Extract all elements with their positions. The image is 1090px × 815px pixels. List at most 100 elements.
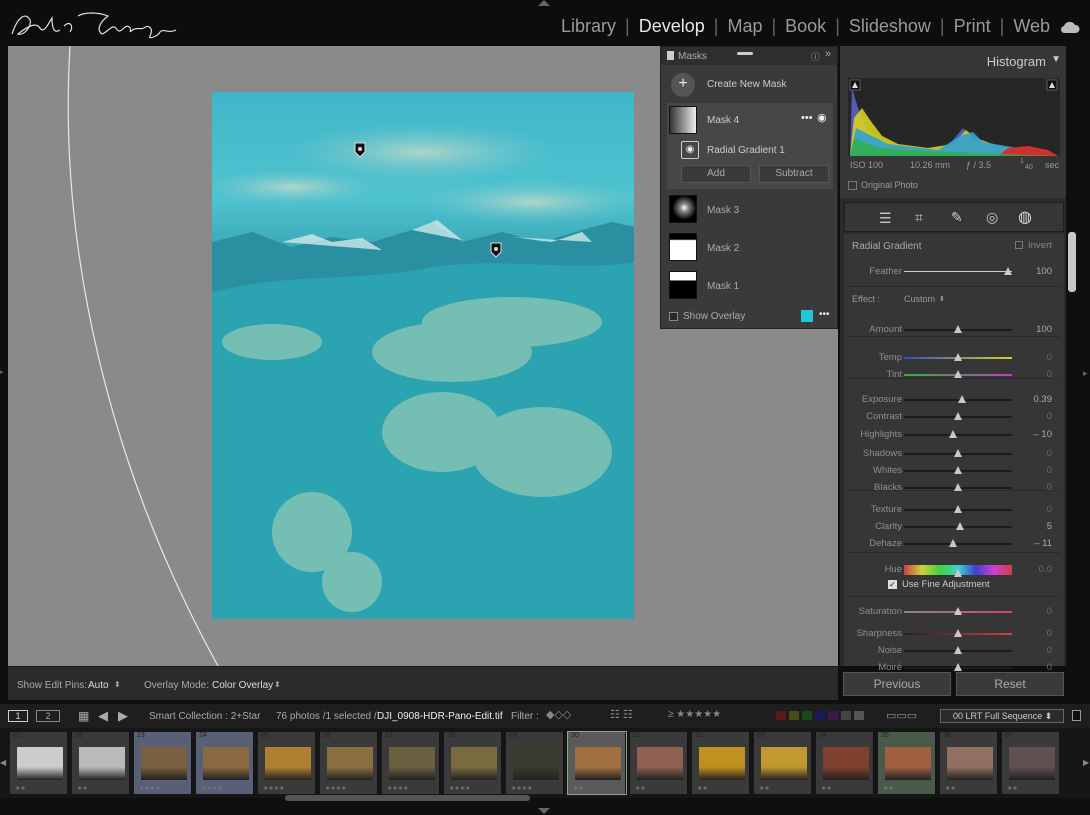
effect-select[interactable]: Custom	[904, 294, 935, 304]
mask-thumbnail[interactable]	[669, 195, 697, 223]
edit-pin-icon[interactable]	[354, 142, 366, 158]
add-to-mask-button[interactable]: Add	[681, 165, 751, 183]
cloud-icon[interactable]	[1060, 20, 1080, 34]
slider-knob[interactable]	[958, 395, 967, 403]
red-eye-icon[interactable]: ◎	[986, 209, 998, 226]
filter-toggle-icons[interactable]: ▭▭▭	[886, 709, 917, 722]
collapse-triangle-icon[interactable]: ▼	[1051, 54, 1061, 65]
reset-button[interactable]: Reset	[956, 672, 1064, 696]
thumbnail-image[interactable]	[141, 747, 187, 780]
slider-value[interactable]: 0	[1047, 448, 1052, 459]
highlights-slider[interactable]: Highlights – 10	[844, 427, 1064, 443]
thumbnail-image[interactable]	[575, 747, 621, 780]
flag-filter-icons[interactable]: ◆◇◇	[546, 708, 571, 721]
right-panel-toggle-icon[interactable]: ▸	[1083, 368, 1088, 379]
amount-slider[interactable]: Amount 100	[844, 322, 1064, 338]
color-label-filter[interactable]	[776, 711, 864, 720]
left-panel-toggle-icon[interactable]: ▸	[0, 368, 4, 376]
collapse-bottom-panel-icon[interactable]	[538, 808, 550, 814]
hue-slider[interactable]: Hue 0.0	[844, 562, 1064, 578]
primary-display-button[interactable]: 1	[8, 710, 28, 722]
filmstrip-scrollbar[interactable]	[285, 795, 530, 801]
filter-lock-icon[interactable]	[1072, 710, 1081, 721]
thumbnail-image[interactable]	[203, 747, 249, 780]
forward-arrow-icon[interactable]: ▶	[118, 708, 128, 724]
filmstrip-thumbnail[interactable]: 28 ★★★★	[444, 732, 502, 794]
previous-button[interactable]: Previous	[843, 672, 951, 696]
overlay-color-swatch[interactable]	[801, 310, 813, 322]
pick-filter-icons[interactable]: ☷ ☷	[610, 708, 633, 721]
slider-value[interactable]: 5	[1047, 521, 1052, 532]
slider-track[interactable]	[904, 543, 1012, 545]
filmstrip-thumbnail[interactable]: 25 ★★★★	[258, 732, 316, 794]
thumbnail-image[interactable]	[451, 747, 497, 780]
mask-thumbnail[interactable]	[669, 271, 697, 299]
dehaze-slider[interactable]: Dehaze – 11	[844, 536, 1064, 552]
module-library[interactable]: Library	[561, 16, 616, 37]
slider-value[interactable]: 0	[1047, 465, 1052, 476]
slider-value[interactable]: 0	[1047, 504, 1052, 515]
edit-pins-select[interactable]: Auto	[88, 680, 109, 691]
mask-item-4[interactable]: Mask 4 ••• ◉ ◉ Radial Gradient 1 Add Sub…	[667, 103, 833, 189]
texture-slider[interactable]: Texture 0	[844, 502, 1064, 518]
mask-thumbnail[interactable]	[669, 233, 697, 261]
collection-name[interactable]: Smart Collection : 2+Star	[149, 711, 260, 722]
masking-icon[interactable]: ◍	[1018, 207, 1032, 227]
grid-icon[interactable]: ▦	[78, 709, 89, 723]
clarity-slider[interactable]: Clarity 5	[844, 519, 1064, 535]
filmstrip-right-arrow-icon[interactable]: ▶	[1083, 758, 1089, 767]
thumbnail-image[interactable]	[1009, 747, 1055, 780]
selected-filename[interactable]: DJI_0908-HDR-Pano-Edit.tif	[377, 711, 503, 722]
thumbnail-image[interactable]	[17, 747, 63, 780]
original-photo-checkbox[interactable]	[848, 181, 857, 190]
thumbnail-image[interactable]	[699, 747, 745, 780]
secondary-display-button[interactable]: 2	[36, 710, 60, 722]
module-develop[interactable]: Develop	[639, 16, 705, 37]
slider-value[interactable]: 0	[1047, 628, 1052, 639]
filmstrip-left-arrow-icon[interactable]: ◀	[0, 758, 6, 767]
help-icon[interactable]: ⓘ	[811, 50, 820, 63]
contrast-slider[interactable]: Contrast 0	[844, 409, 1064, 425]
slider-value[interactable]: – 11	[1034, 538, 1052, 549]
filter-preset-select[interactable]: 00 LRT Full Sequence ⬍	[940, 709, 1064, 723]
filmstrip-thumbnail[interactable]: 35 ★★	[878, 732, 936, 794]
thumbnail-image[interactable]	[265, 747, 311, 780]
slider-value[interactable]: 0	[1047, 482, 1052, 493]
edit-sliders-icon[interactable]: ☰	[879, 210, 892, 227]
filmstrip-thumbnail[interactable]: 30 ★★	[567, 731, 627, 795]
thumbnail-image[interactable]	[885, 747, 931, 780]
slider-value[interactable]: 0.39	[1034, 394, 1053, 405]
slider-knob[interactable]	[954, 569, 962, 577]
healing-icon[interactable]: ✎	[951, 209, 963, 226]
tint-slider[interactable]: Tint 0	[844, 367, 1064, 383]
saturation-slider[interactable]: Saturation 0	[844, 604, 1064, 620]
edit-pin-icon[interactable]	[490, 242, 502, 258]
rating-filter-icon[interactable]: ≥ ★★★★★	[668, 709, 721, 720]
radial-gradient-icon[interactable]: ◉	[681, 141, 699, 159]
filmstrip-thumbnail[interactable]: 26 ★★★★	[320, 732, 378, 794]
slider-knob[interactable]	[948, 430, 957, 438]
filmstrip-thumbnail[interactable]: 31 ★★	[630, 732, 688, 794]
slider-knob[interactable]	[954, 370, 962, 378]
invert-checkbox[interactable]	[1015, 241, 1023, 249]
slider-knob[interactable]	[954, 646, 962, 654]
filmstrip-thumbnail[interactable]: 23 ★★	[72, 732, 130, 794]
module-print[interactable]: Print	[954, 16, 991, 37]
more-options-icon[interactable]: •••	[819, 309, 830, 320]
thumbnail-image[interactable]	[947, 747, 993, 780]
feather-slider[interactable]: Feather 100	[844, 264, 1064, 280]
slider-knob[interactable]	[954, 466, 962, 474]
panel-grip-icon[interactable]	[667, 51, 674, 60]
filmstrip-thumbnail[interactable]: 24 ★★★★	[196, 732, 254, 794]
photo-preview[interactable]	[212, 92, 634, 619]
thumbnail-image[interactable]	[637, 747, 683, 780]
slider-knob[interactable]	[1003, 267, 1012, 275]
thumbnail-image[interactable]	[761, 747, 807, 780]
slider-knob[interactable]	[954, 449, 962, 457]
filmstrip-thumbnail[interactable]: 36 ★★	[940, 732, 998, 794]
mask-item-1[interactable]: Mask 1	[667, 269, 833, 303]
slider-knob[interactable]	[956, 522, 965, 530]
thumbnail-image[interactable]	[513, 747, 559, 780]
filmstrip-thumbnail[interactable]: 29 ★★★★	[506, 732, 564, 794]
whites-slider[interactable]: Whites 0	[844, 463, 1064, 479]
